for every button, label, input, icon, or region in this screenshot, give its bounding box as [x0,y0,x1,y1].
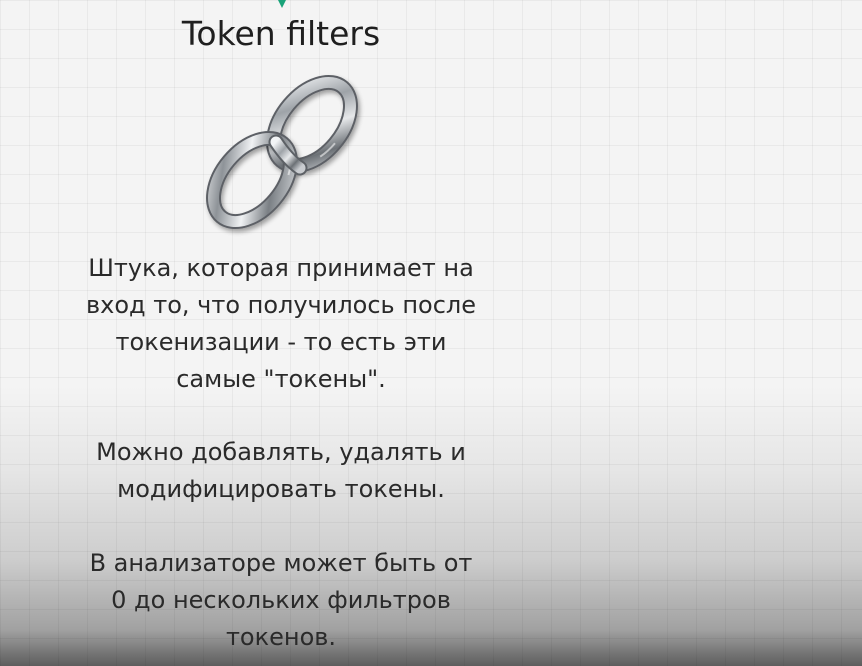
accent-marker [278,0,286,8]
slide-title: Token filters [181,14,381,53]
analyzer-paragraph: В анализаторе может быть от 0 до несколь… [89,549,473,651]
description-paragraph: Штука, которая принимает на вход то, что… [85,254,476,393]
operations-paragraph: Можно добавлять, удалять и модифицироват… [96,438,466,503]
presentation-slide: Token filters Штука, которая принимает н… [0,0,862,666]
chain-link-icon [206,74,358,230]
